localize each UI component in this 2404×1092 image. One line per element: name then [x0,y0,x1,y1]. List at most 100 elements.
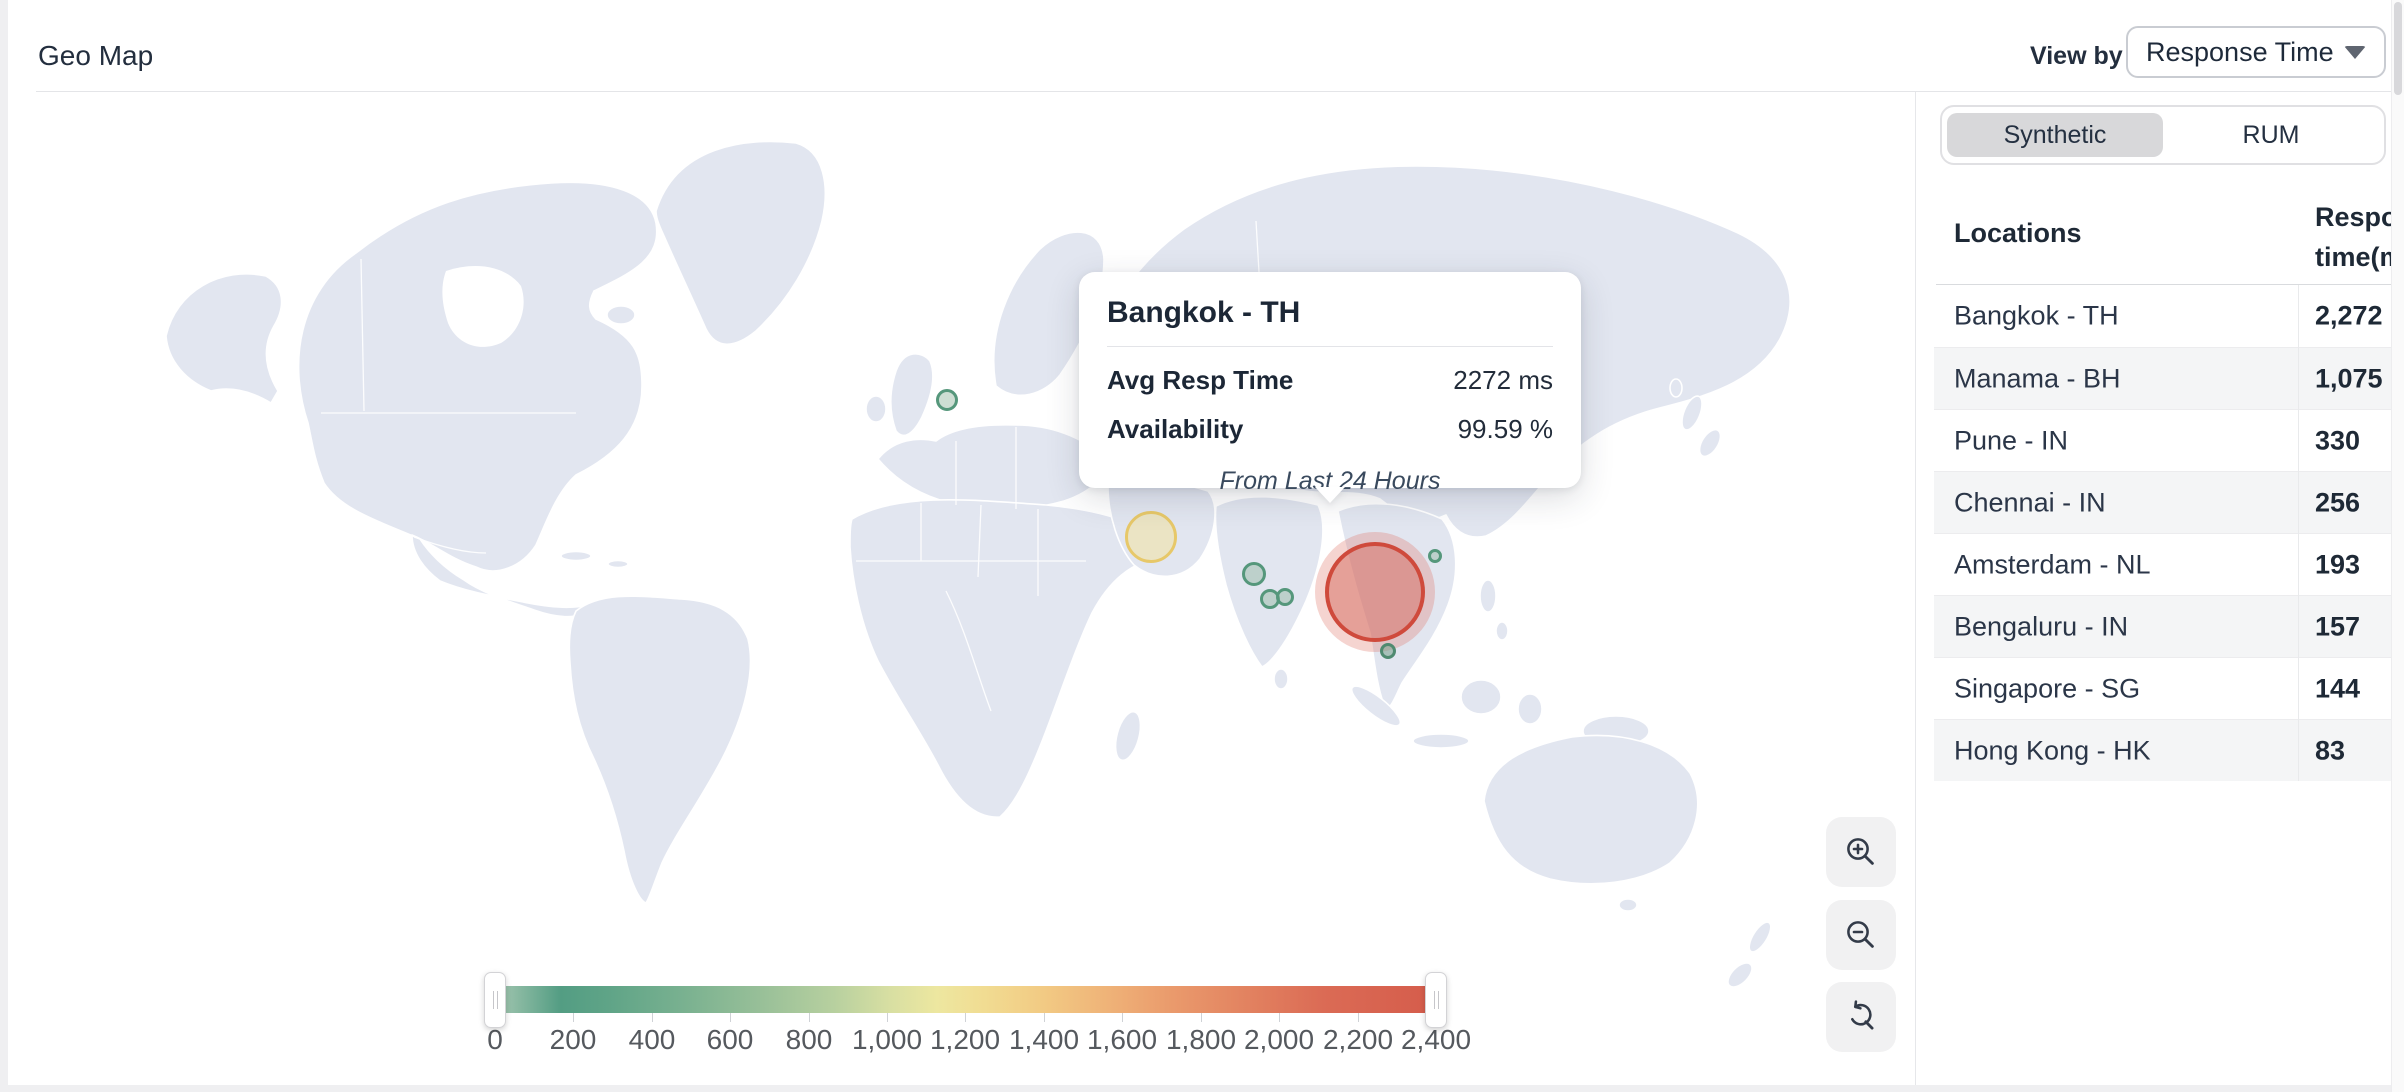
legend-min-handle[interactable] [484,972,506,1028]
legend-tick-label: 1,200 [930,1024,1000,1056]
map-landmass [1111,709,1145,763]
map-landmass [608,561,628,568]
location-cell: Amsterdam - NL [1954,549,2151,580]
legend-tickmark [809,1013,810,1022]
legend-tick-label: 2,200 [1323,1024,1393,1056]
map-landmass [1619,899,1637,911]
legend-tick-label: 600 [707,1024,754,1056]
table-row[interactable]: Bangkok - TH 2,272 [1934,285,2391,347]
column-header-locations: Locations [1954,218,2082,249]
response-time-cell: 2,272 [2315,301,2383,332]
response-time-cell: 256 [2315,487,2360,518]
map-marker-manama[interactable] [1125,511,1177,563]
map-landmass [299,182,657,616]
legend-tickmark [1358,1013,1359,1022]
legend-tick-label: 0 [487,1024,503,1056]
zoom-out-button[interactable] [1826,900,1896,970]
map-tooltip: Bangkok - TH Avg Resp Time 2272 ms Avail… [1079,272,1581,488]
page-scrollbar[interactable] [2391,0,2404,1092]
legend-tick-label: 1,000 [852,1024,922,1056]
map-landmass [1670,379,1682,397]
world-map[interactable] [16,91,1915,1085]
map-landmass [1484,736,1698,884]
response-time-cell: 330 [2315,425,2360,456]
tab-rum[interactable]: RUM [2163,113,2379,157]
page-title: Geo Map [38,40,153,72]
view-by-label: View by [2030,42,2123,71]
table-row[interactable]: Chennai - IN 256 [1934,471,2391,533]
tooltip-divider [1107,346,1553,347]
map-landmass [656,141,825,344]
map-sidebar-divider [1915,92,1916,1085]
map-landmass [1274,669,1288,689]
tab-synthetic[interactable]: Synthetic [1947,113,2163,157]
locations-table: Bangkok - TH 2,272 Manama - BH 1,075 Pun… [1934,285,2391,781]
tooltip-metric-label: Avg Resp Time [1107,365,1293,396]
zoom-reset-button[interactable] [1826,982,1896,1052]
map-landmass [1695,426,1724,460]
geo-map-page: { "header": { "title": "Geo Map", "view_… [0,0,2404,1092]
map-landmass [866,396,886,422]
map-landmass [1745,919,1775,955]
zoom-out-icon [1843,917,1879,953]
response-time-cell: 83 [2315,735,2345,766]
location-cell: Bangkok - TH [1954,301,2119,332]
tooltip-arrow [1315,487,1345,503]
map-landmass [1724,959,1757,992]
legend-tickmark [1201,1013,1202,1022]
response-time-cell: 1,075 [2315,363,2383,394]
scrollbar-thumb[interactable] [2394,2,2402,95]
legend-tick-label: 400 [629,1024,676,1056]
table-row[interactable]: Amsterdam - NL 193 [1934,533,2391,595]
location-cell: Singapore - SG [1954,673,2140,704]
location-cell: Manama - BH [1954,363,2121,394]
tooltip-metric-value: 99.59 % [1458,414,1553,445]
tooltip-metric-value: 2272 ms [1453,365,1553,396]
table-row[interactable]: Singapore - SG 144 [1934,657,2391,719]
legend-tickmark [1122,1013,1123,1022]
legend-tick-label: 1,600 [1087,1024,1157,1056]
map-marker-pune[interactable] [1242,562,1266,586]
table-row[interactable]: Hong Kong - HK 83 [1934,719,2391,781]
data-source-toggle: Synthetic RUM [1940,105,2386,165]
response-time-cell: 193 [2315,549,2360,580]
legend-tick-label: 2,400 [1401,1024,1471,1056]
map-landmass [891,354,933,436]
view-by-dropdown[interactable]: Response Time [2126,26,2386,78]
column-header-response-time: Response time(ms) [2315,197,2391,277]
chevron-down-icon [2344,46,2366,59]
geo-map-card: Geo Map View by Response Time [8,0,2404,1085]
tooltip-metric-label: Availability [1107,414,1243,445]
map-landmass [1518,694,1542,724]
legend-tickmark [1044,1013,1045,1022]
zoom-in-button[interactable] [1826,817,1896,887]
legend-tickmark [1279,1013,1280,1022]
legend-tick-label: 2,000 [1244,1024,1314,1056]
map-landmass [1496,622,1508,640]
legend-tickmark [965,1013,966,1022]
legend-tick-label: 800 [786,1024,833,1056]
map-landmass [607,306,635,324]
map-marker-bengaluru[interactable] [1276,588,1294,606]
map-landmass [1480,580,1496,612]
map-marker-singapore[interactable] [1380,643,1396,659]
legend-tick-label: 1,400 [1009,1024,1079,1056]
map-marker-bangkok[interactable] [1325,542,1425,642]
legend-tick-label: 200 [550,1024,597,1056]
location-cell: Hong Kong - HK [1954,735,2151,766]
map-marker-hongkong[interactable] [1428,549,1442,563]
tooltip-metric-row: Availability 99.59 % [1107,414,1553,445]
map-landmass [166,274,282,403]
legend-tick-label: 1,800 [1166,1024,1236,1056]
response-time-cell: 144 [2315,673,2360,704]
zoom-in-icon [1843,834,1879,870]
legend-max-handle[interactable] [1425,972,1447,1028]
map-marker-amsterdam[interactable] [936,389,958,411]
location-cell: Chennai - IN [1954,487,2106,518]
table-row[interactable]: Bengaluru - IN 157 [1934,595,2391,657]
table-row[interactable]: Manama - BH 1,075 [1934,347,2391,409]
location-cell: Bengaluru - IN [1954,611,2128,642]
location-cell: Pune - IN [1954,425,2068,456]
table-row[interactable]: Pune - IN 330 [1934,409,2391,471]
map-landmass [1413,734,1469,748]
